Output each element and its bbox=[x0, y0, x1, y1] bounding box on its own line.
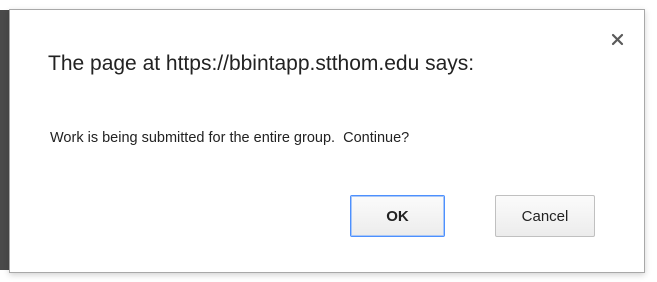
close-button[interactable] bbox=[610, 32, 626, 48]
close-icon bbox=[611, 33, 624, 46]
dialog-title: The page at https://bbintapp.stthom.edu … bbox=[48, 52, 475, 75]
alert-dialog: The page at https://bbintapp.stthom.edu … bbox=[9, 9, 645, 273]
dialog-message: Work is being submitted for the entire g… bbox=[50, 130, 410, 146]
ok-button[interactable]: OK bbox=[350, 195, 445, 237]
cancel-button[interactable]: Cancel bbox=[495, 195, 595, 237]
ok-button-label: OK bbox=[386, 207, 409, 225]
cancel-button-label: Cancel bbox=[521, 207, 569, 225]
